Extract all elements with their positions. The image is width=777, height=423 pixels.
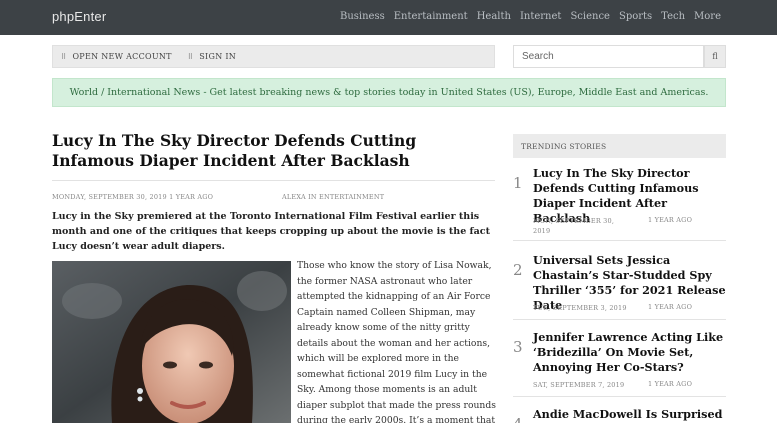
nav-business[interactable]: Business [340, 11, 385, 22]
user-icon: ⠿ [61, 52, 67, 61]
nav-internet[interactable]: Internet [520, 11, 561, 22]
article-date: MONDAY, SEPTEMBER 30, 2019 1 YEAR AGO [52, 193, 214, 201]
trending-heading: TRENDING STORIES [513, 134, 726, 158]
trending-ago: 1 YEAR AGO [648, 216, 693, 224]
nav-health[interactable]: Health [477, 11, 511, 22]
account-bar: ⠿ OPEN NEW ACCOUNT ⠿ SIGN IN [52, 45, 495, 68]
divider [513, 240, 726, 241]
trending-title[interactable]: Jennifer Lawrence Acting Like ‘Bridezill… [533, 330, 728, 375]
trending-date: TUE, SEPTEMBER 3, 2019 [533, 304, 627, 312]
sign-in-link[interactable]: ⠿ SIGN IN [188, 52, 236, 61]
trending-ago: 1 YEAR AGO [648, 380, 693, 388]
trending-date: SAT, SEPTEMBER 7, 2019 [533, 381, 625, 389]
article-author[interactable]: ALEXA IN ENTERTAINMENT [282, 193, 384, 201]
site-logo[interactable]: phpEnter [52, 9, 106, 24]
trending-number: 1 [513, 174, 523, 192]
main-nav: Business Entertainment Health Internet S… [340, 11, 721, 22]
article-lead: Lucy in the Sky premiered at the Toronto… [52, 211, 490, 252]
article-meta: MONDAY, SEPTEMBER 30, 2019 1 YEAR AGO AL… [52, 180, 495, 201]
trending-number: 3 [513, 338, 523, 356]
article-image [52, 261, 291, 423]
nav-more[interactable]: More [694, 11, 721, 22]
open-account-label: OPEN NEW ACCOUNT [72, 52, 172, 61]
nav-tech[interactable]: Tech [661, 11, 685, 22]
trending-title[interactable]: Andie MacDowell Is Surprised [533, 407, 728, 422]
nav-science[interactable]: Science [570, 11, 610, 22]
nav-entertainment[interactable]: Entertainment [394, 11, 468, 22]
article-body: Those who know the story of Lisa Nowak, … [297, 260, 496, 423]
top-navbar: phpEnter Business Entertainment Health I… [0, 0, 777, 35]
portrait-photo [52, 261, 291, 423]
open-account-link[interactable]: ⠿ OPEN NEW ACCOUNT [61, 52, 172, 61]
trending-number: 2 [513, 261, 523, 279]
trending-date: MON, SEPTEMBER 30, 2019 [533, 217, 615, 235]
trending-ago: 1 YEAR AGO [648, 303, 693, 311]
login-icon: ⠿ [187, 52, 194, 61]
info-banner: World / International News - Get latest … [52, 78, 726, 107]
search-input[interactable] [513, 45, 704, 68]
divider [513, 319, 726, 320]
nav-sports[interactable]: Sports [619, 11, 652, 22]
article-title[interactable]: Lucy In The Sky Director Defends Cutting… [52, 131, 497, 171]
trending-number: 4 [513, 415, 523, 423]
divider [513, 396, 726, 397]
sign-in-label: SIGN IN [199, 52, 237, 61]
search-button[interactable]: fl [704, 45, 726, 68]
